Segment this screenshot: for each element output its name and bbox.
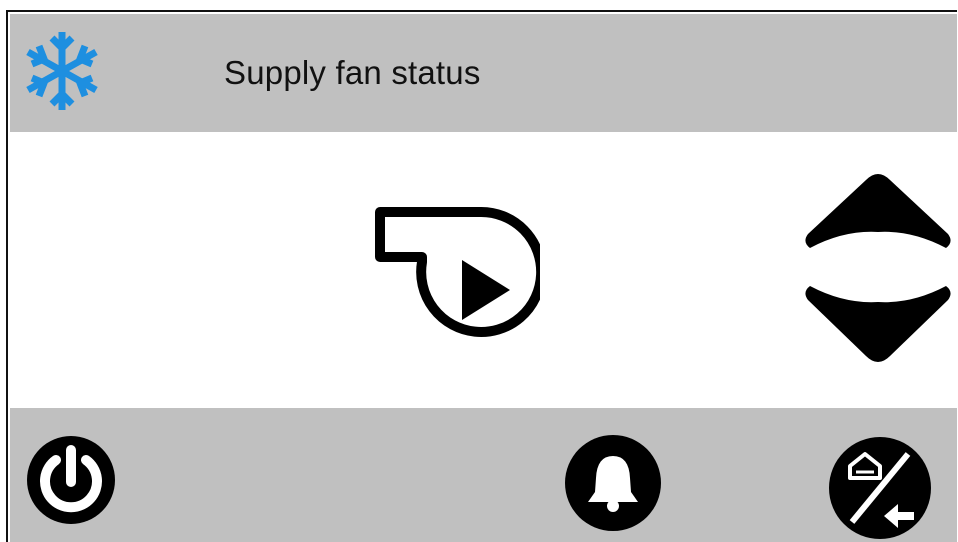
home-back-icon[interactable] <box>828 436 932 540</box>
status-panel <box>10 132 957 408</box>
power-icon[interactable] <box>26 434 116 526</box>
hmi-screen: Supply fan status <box>6 10 957 542</box>
page-title: Supply fan status <box>224 54 481 91</box>
alarm-bell-icon[interactable] <box>564 434 662 532</box>
snowflake-icon <box>26 32 98 110</box>
fan-running-icon <box>375 206 540 337</box>
arrow-up-icon[interactable] <box>802 168 954 258</box>
header-bar: Supply fan status <box>10 14 957 132</box>
arrow-down-icon[interactable] <box>802 274 954 366</box>
footer-bar <box>10 408 957 542</box>
